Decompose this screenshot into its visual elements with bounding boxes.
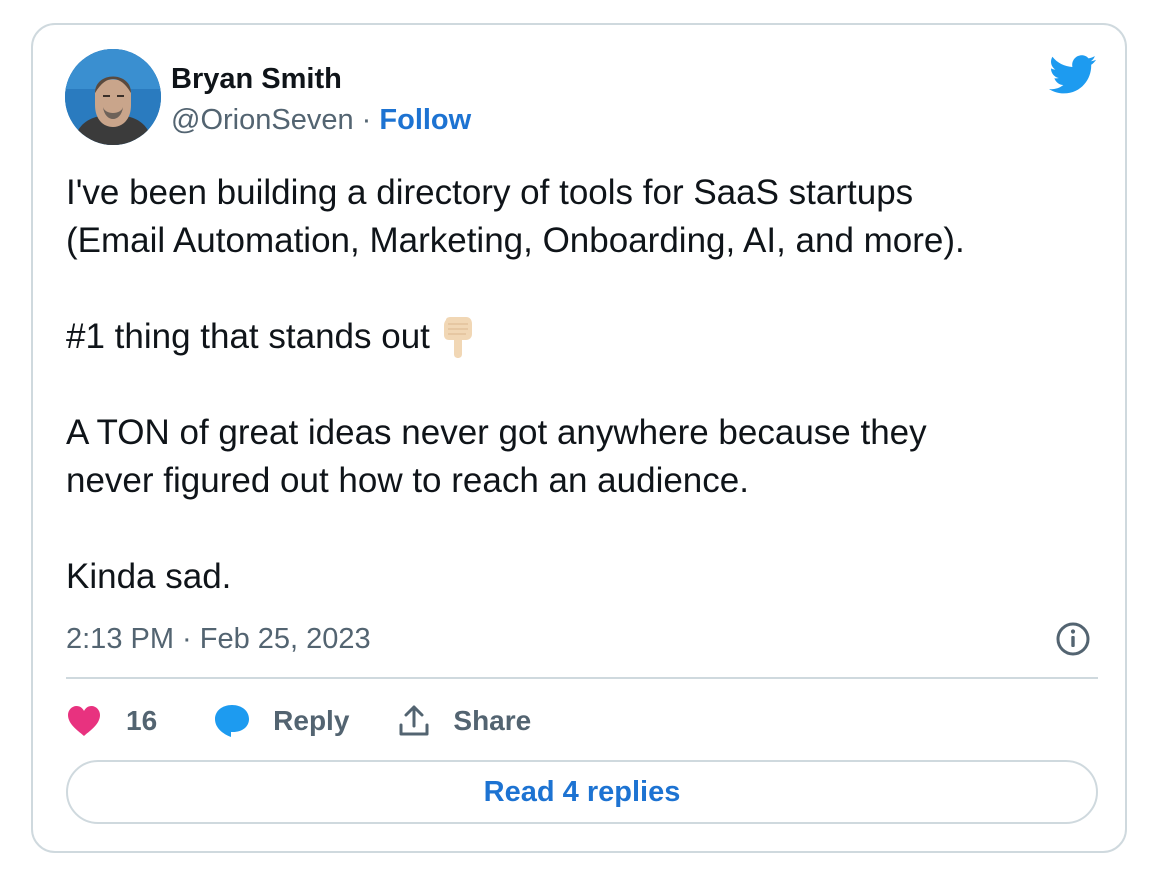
avatar-image <box>65 49 161 145</box>
reply-bubble-icon <box>215 705 250 737</box>
follow-button[interactable]: Follow <box>379 104 471 136</box>
tweet-timestamp[interactable]: 2:13 PM · Feb 25, 2023 <box>66 619 371 659</box>
like-count: 16 <box>126 705 158 736</box>
tweet-line-with-emoji: #1 thing that stands out <box>66 313 1086 361</box>
handle-separator: · <box>361 104 372 136</box>
tweet-line: (Email Automation, Marketing, Onboarding… <box>66 221 965 260</box>
share-label: Share <box>453 705 532 736</box>
tweet-line: Kinda sad. <box>66 557 232 596</box>
action-bar: 16 Reply Share <box>66 699 531 743</box>
reply-label: Reply <box>273 705 350 736</box>
tweet-text: I've been building a directory of tools … <box>66 169 1086 601</box>
author-handle-row: @OrionSeven · Follow <box>171 101 471 139</box>
share-button[interactable]: Share <box>397 704 531 738</box>
pointing-down-emoji-icon <box>443 317 472 358</box>
author-name[interactable]: Bryan Smith <box>171 61 342 97</box>
share-upload-icon <box>399 705 429 736</box>
reply-button[interactable]: Reply <box>213 704 349 738</box>
tweet-line: #1 thing that stands out <box>66 317 430 356</box>
tweet-card: Bryan Smith @OrionSeven · Follow I've be… <box>31 23 1127 853</box>
like-button[interactable]: 16 <box>66 705 157 737</box>
heart-icon <box>68 706 100 736</box>
twitter-bird-icon[interactable] <box>1048 55 1098 95</box>
tweet-line: never figured out how to reach an audien… <box>66 461 749 500</box>
author-handle[interactable]: @OrionSeven <box>171 104 354 136</box>
tweet-line: A TON of great ideas never got anywhere … <box>66 413 927 452</box>
avatar[interactable] <box>65 49 161 145</box>
info-icon[interactable] <box>1055 621 1091 657</box>
divider <box>66 677 1098 679</box>
tweet-line: I've been building a directory of tools … <box>66 173 914 212</box>
read-replies-button[interactable]: Read 4 replies <box>66 760 1098 824</box>
